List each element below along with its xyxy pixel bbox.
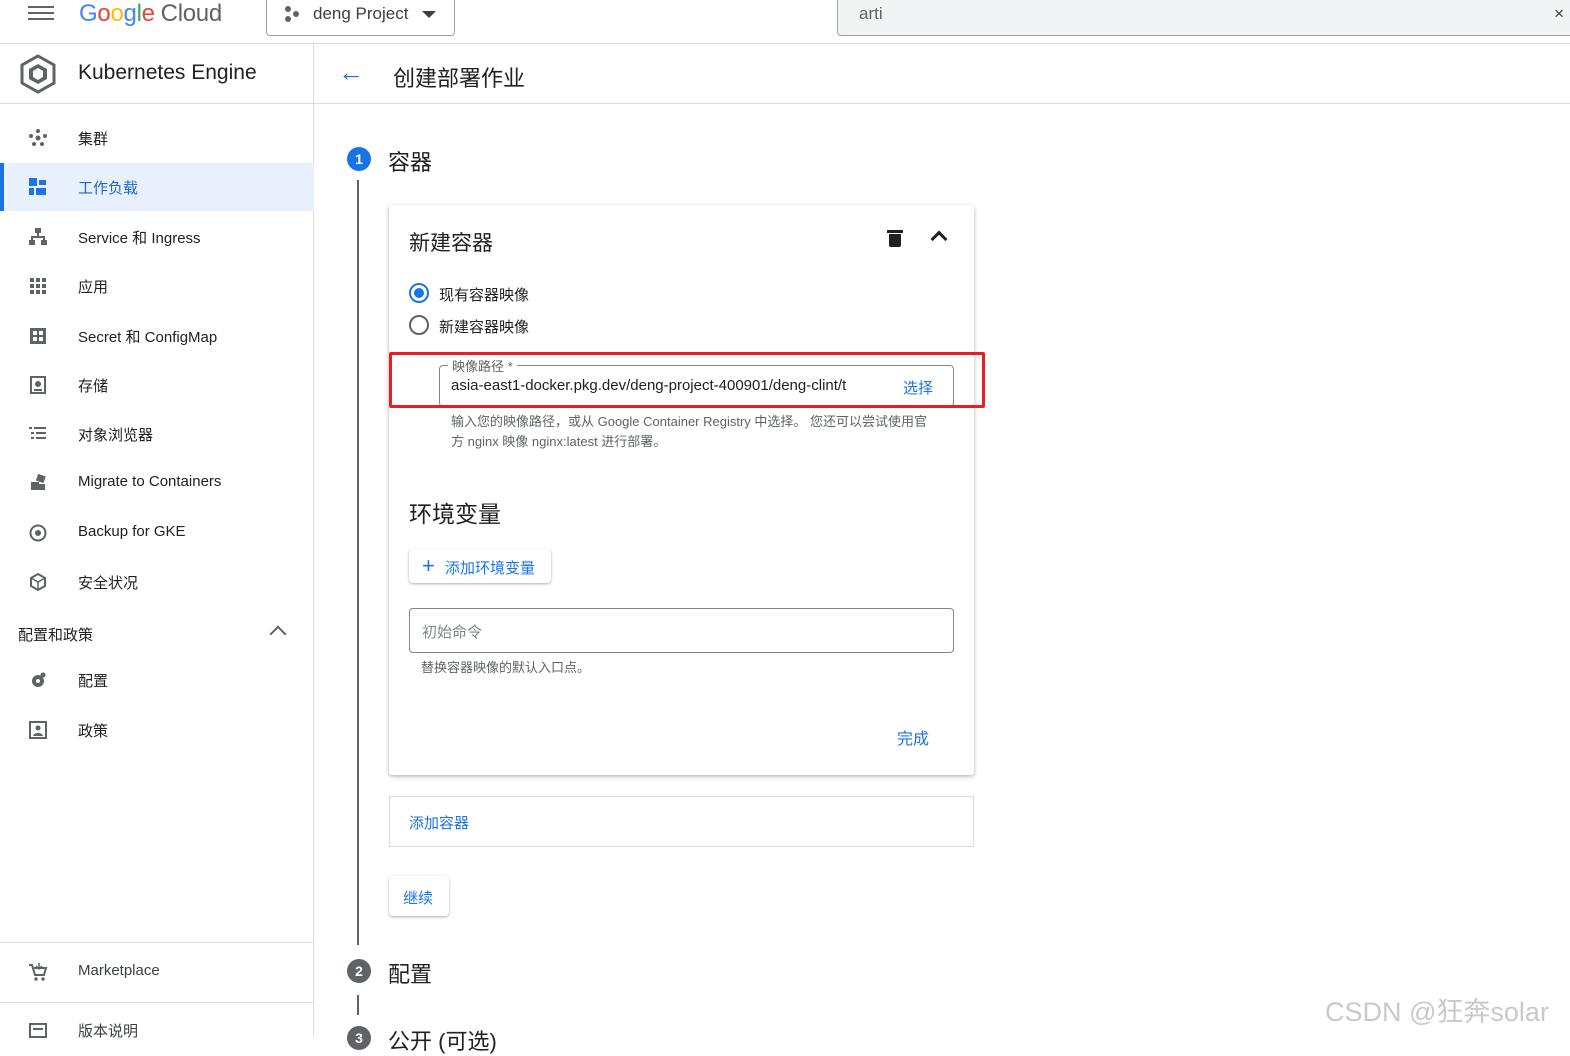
step-1-number: 1 — [347, 147, 371, 171]
project-name: deng Project — [313, 4, 409, 23]
back-arrow-icon[interactable]: ← — [338, 59, 364, 85]
logo-cloud: Cloud — [160, 0, 223, 27]
logo-letter: e — [141, 0, 155, 27]
google-cloud-logo[interactable]: Google Cloud — [79, 0, 222, 28]
step-2-label[interactable]: 配置 — [388, 957, 432, 989]
apps-grid-icon — [30, 278, 46, 294]
product-title: Kubernetes Engine — [78, 61, 257, 84]
sidebar-item-label: 政策 — [78, 723, 109, 740]
add-env-var-button[interactable]: + 添加环境变量 — [409, 549, 551, 583]
highlight-box — [389, 352, 985, 408]
menu-icon[interactable] — [28, 2, 54, 22]
add-container-button[interactable]: 添加容器 — [389, 796, 974, 847]
stepper-line — [357, 995, 359, 1015]
project-icon — [285, 6, 303, 24]
watermark: CSDN @狂奔solar — [1325, 997, 1549, 1027]
sidebar-item-config[interactable]: 配置 — [0, 656, 314, 704]
services-icon — [29, 228, 47, 245]
plus-icon: + — [422, 553, 435, 578]
step-2-number: 2 — [347, 959, 371, 983]
caret-down-icon — [422, 11, 436, 18]
step-1-label[interactable]: 容器 — [388, 145, 432, 177]
marketplace-icon — [29, 963, 48, 981]
storage-icon — [30, 376, 46, 394]
init-command-hint: 替换容器映像的默认入口点。 — [421, 660, 591, 675]
sidebar-item-label: Service 和 Ingress — [78, 230, 201, 247]
step-3-label[interactable]: 公开 (可选) — [388, 1024, 497, 1056]
sidebar-item-label: 存储 — [78, 378, 109, 395]
policy-icon — [29, 721, 47, 739]
continue-button[interactable]: 继续 — [389, 876, 449, 916]
radio-new-image[interactable] — [409, 315, 429, 335]
sidebar-item-label: 版本说明 — [78, 1023, 139, 1040]
sidebar-item-migrate[interactable]: Migrate to Containers — [0, 459, 314, 507]
sidebar-item-services[interactable]: Service 和 Ingress — [0, 213, 314, 261]
security-icon — [30, 572, 46, 592]
top-bar: Google Cloud deng Project arti × — [0, 0, 1570, 44]
logo-letter: o — [110, 0, 124, 27]
release-notes-icon — [29, 1023, 47, 1038]
kubernetes-engine-icon — [20, 54, 56, 94]
delete-icon[interactable] — [887, 230, 903, 247]
logo-letter: g — [123, 0, 137, 27]
sidebar-item-secrets[interactable]: Secret 和 ConfigMap — [0, 312, 314, 360]
container-card-title: 新建容器 — [409, 232, 493, 255]
done-button[interactable]: 完成 — [897, 725, 929, 749]
sidebar-item-label: Backup for GKE — [78, 523, 186, 540]
migrate-icon — [31, 473, 46, 490]
sidebar-section-config-policy[interactable]: 配置和政策 — [18, 624, 93, 645]
sidebar-item-security[interactable]: 安全状况 — [0, 558, 314, 606]
sidebar-item-label: Migrate to Containers — [78, 473, 222, 490]
radio-existing-image[interactable] — [409, 283, 429, 303]
sidebar-item-label: 工作负载 — [78, 180, 139, 197]
sidebar: Kubernetes Engine 集群 工作负载 Service 和 Ingr… — [0, 44, 314, 1040]
container-card: 新建容器 现有容器映像 新建容器映像 映像路径 * asia-east1-doc… — [389, 205, 985, 775]
image-path-hint: 输入您的映像路径，或从 Google Container Registry 中选… — [451, 414, 928, 449]
clear-search-icon[interactable]: × — [1554, 4, 1564, 24]
sidebar-item-object-browser[interactable]: 对象浏览器 — [0, 410, 314, 458]
sidebar-item-label: 应用 — [78, 279, 109, 296]
sidebar-item-label: 对象浏览器 — [78, 427, 154, 444]
init-command-input[interactable]: 初始命令 — [409, 608, 954, 653]
sidebar-item-label: 安全状况 — [78, 575, 139, 592]
sidebar-item-marketplace[interactable]: Marketplace — [0, 948, 314, 996]
cluster-icon — [29, 129, 47, 146]
search-value: arti — [859, 4, 883, 23]
sidebar-header: Kubernetes Engine — [0, 44, 314, 104]
page-title: 创建部署作业 — [393, 66, 526, 91]
logo-letter: G — [79, 0, 98, 27]
workloads-icon — [29, 178, 46, 195]
stepper-line — [357, 180, 359, 945]
sidebar-item-apps[interactable]: 应用 — [0, 262, 314, 310]
sidebar-item-workloads[interactable]: 工作负载 — [0, 163, 314, 211]
sidebar-item-policy[interactable]: 政策 — [0, 706, 314, 754]
radio-new-image-label[interactable]: 新建容器映像 — [439, 316, 529, 337]
config-icon — [32, 672, 46, 687]
sidebar-item-storage[interactable]: 存储 — [0, 361, 314, 409]
radio-existing-image-label[interactable]: 现有容器映像 — [439, 284, 529, 305]
sidebar-item-clusters[interactable]: 集群 — [0, 114, 314, 162]
sidebar-divider — [0, 942, 314, 943]
sidebar-item-release-notes[interactable]: 版本说明 — [0, 1006, 314, 1054]
chevron-up-icon[interactable] — [269, 625, 287, 643]
secret-icon — [30, 328, 46, 344]
project-selector[interactable]: deng Project — [266, 0, 455, 36]
search-input[interactable]: arti × — [837, 0, 1570, 36]
env-vars-title: 环境变量 — [409, 501, 501, 527]
sidebar-divider — [0, 1002, 314, 1003]
backup-icon — [29, 524, 47, 542]
add-env-var-label: 添加环境变量 — [445, 560, 536, 577]
sidebar-item-label: Secret 和 ConfigMap — [78, 329, 218, 346]
object-browser-icon — [29, 427, 46, 439]
logo-letter: o — [97, 0, 111, 27]
step-3-number: 3 — [347, 1026, 371, 1050]
sidebar-item-label: 配置 — [78, 673, 109, 690]
sidebar-item-label: Marketplace — [78, 962, 160, 979]
chevron-up-icon[interactable] — [930, 230, 948, 248]
page-header: ← 创建部署作业 — [314, 44, 1570, 104]
sidebar-item-backup[interactable]: Backup for GKE — [0, 509, 314, 557]
sidebar-item-label: 集群 — [78, 131, 109, 148]
